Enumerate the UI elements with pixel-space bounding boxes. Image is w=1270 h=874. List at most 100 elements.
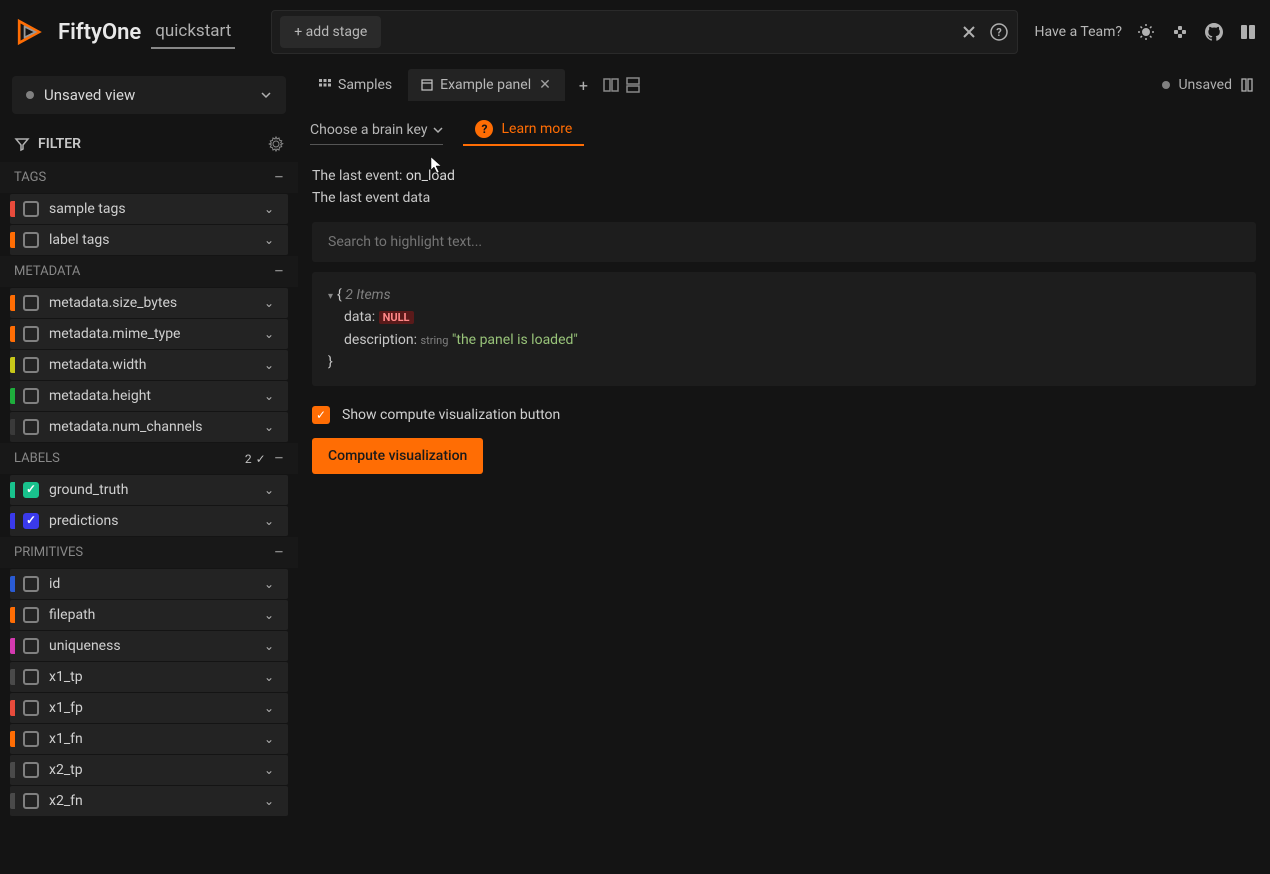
dataset-name[interactable]: quickstart (151, 15, 235, 49)
chevron-down-icon (433, 125, 443, 135)
tab-samples-label: Samples (338, 77, 392, 93)
filter-item[interactable]: predictions⌄ (10, 506, 288, 536)
stage-bar: + add stage ? (271, 10, 1018, 54)
filter-item[interactable]: metadata.width⌄ (10, 350, 288, 380)
chevron-down-icon[interactable]: ⌄ (260, 577, 278, 591)
chevron-down-icon[interactable]: ⌄ (260, 420, 278, 434)
filter-item-label: metadata.mime_type (49, 326, 260, 342)
chevron-down-icon[interactable]: ⌄ (260, 732, 278, 746)
slack-icon[interactable] (1170, 22, 1190, 42)
split-vertical-icon[interactable] (624, 76, 642, 94)
json-collapse-icon[interactable]: ▾ (328, 289, 333, 305)
filter-checkbox[interactable] (23, 388, 39, 404)
filter-item[interactable]: metadata.num_channels⌄ (10, 412, 288, 442)
chevron-down-icon[interactable]: ⌄ (260, 327, 278, 341)
add-stage-button[interactable]: + add stage (280, 16, 381, 48)
filter-checkbox[interactable] (23, 357, 39, 373)
filter-item[interactable]: id⌄ (10, 569, 288, 599)
filter-checkbox[interactable] (23, 513, 39, 529)
filter-checkbox[interactable] (23, 793, 39, 809)
theme-icon[interactable] (1136, 22, 1156, 42)
brain-key-dropdown[interactable]: Choose a brain key (310, 116, 443, 145)
chevron-down-icon[interactable]: ⌄ (260, 233, 278, 247)
chevron-down-icon[interactable]: ⌄ (260, 670, 278, 684)
filter-checkbox[interactable] (23, 419, 39, 435)
chevron-down-icon[interactable]: ⌄ (260, 514, 278, 528)
filter-item[interactable]: x1_fp⌄ (10, 693, 288, 723)
filter-item[interactable]: metadata.size_bytes⌄ (10, 288, 288, 318)
filter-item[interactable]: filepath⌄ (10, 600, 288, 630)
help-icon[interactable]: ? (989, 22, 1009, 42)
filter-item[interactable]: label tags⌄ (10, 225, 288, 255)
filter-item[interactable]: x2_tp⌄ (10, 755, 288, 785)
chevron-down-icon[interactable]: ⌄ (260, 763, 278, 777)
chevron-down-icon (260, 89, 272, 101)
filter-checkbox[interactable] (23, 201, 39, 217)
show-viz-checkbox[interactable]: ✓ (312, 406, 330, 424)
filter-item[interactable]: metadata.height⌄ (10, 381, 288, 411)
filter-checkbox[interactable] (23, 576, 39, 592)
filter-list[interactable]: TAGS−sample tags⌄label tags⌄METADATA−met… (0, 162, 298, 874)
chevron-down-icon[interactable]: ⌄ (260, 794, 278, 808)
bookmark-icon[interactable] (1240, 78, 1254, 92)
chevron-down-icon[interactable]: ⌄ (260, 483, 278, 497)
filter-header: FILTER (0, 126, 298, 162)
filter-item[interactable]: metadata.mime_type⌄ (10, 319, 288, 349)
tab-close-icon[interactable]: ✕ (537, 77, 553, 93)
team-prompt[interactable]: Have a Team? (1034, 24, 1122, 40)
github-icon[interactable] (1204, 22, 1224, 42)
show-viz-row: ✓ Show compute visualization button (312, 406, 1256, 424)
filter-item-label: metadata.width (49, 357, 260, 373)
add-tab-button[interactable]: + (569, 70, 598, 101)
compute-visualization-button[interactable]: Compute visualization (312, 438, 483, 474)
filter-checkbox[interactable] (23, 762, 39, 778)
filter-checkbox[interactable] (23, 607, 39, 623)
tab-samples[interactable]: Samples (306, 69, 404, 101)
filter-title: FILTER (38, 136, 260, 152)
gear-icon[interactable] (268, 136, 284, 152)
filter-checkbox[interactable] (23, 669, 39, 685)
chevron-down-icon[interactable]: ⌄ (260, 296, 278, 310)
filter-item[interactable]: ground_truth⌄ (10, 475, 288, 505)
tab-example-panel[interactable]: Example panel ✕ (408, 69, 565, 101)
filter-item[interactable]: x1_tp⌄ (10, 662, 288, 692)
filter-item-label: label tags (49, 232, 260, 248)
chevron-down-icon[interactable]: ⌄ (260, 701, 278, 715)
filter-checkbox[interactable] (23, 731, 39, 747)
filter-item-label: metadata.height (49, 388, 260, 404)
group-header-tags[interactable]: TAGS− (0, 162, 298, 193)
filter-checkbox[interactable] (23, 295, 39, 311)
filter-item[interactable]: x1_fn⌄ (10, 724, 288, 754)
split-horizontal-icon[interactable] (602, 76, 620, 94)
logo-block: FiftyOne quickstart (12, 14, 235, 50)
filter-item-label: x1_fp (49, 700, 260, 716)
show-viz-label: Show compute visualization button (342, 407, 560, 423)
filter-item-label: uniqueness (49, 638, 260, 654)
chevron-down-icon[interactable]: ⌄ (260, 608, 278, 622)
unsaved-badge[interactable]: Unsaved (1162, 77, 1254, 93)
search-highlight-input[interactable] (312, 222, 1256, 262)
learn-more-link[interactable]: ? Learn more (463, 114, 584, 146)
json-viewer[interactable]: ▾{ 2 Items data: NULL description: strin… (312, 272, 1256, 386)
filter-checkbox[interactable] (23, 232, 39, 248)
grid-icon (318, 78, 332, 92)
chevron-down-icon[interactable]: ⌄ (260, 639, 278, 653)
filter-item[interactable]: uniqueness⌄ (10, 631, 288, 661)
chevron-down-icon[interactable]: ⌄ (260, 389, 278, 403)
group-header-primitives[interactable]: PRIMITIVES− (0, 537, 298, 568)
filter-checkbox[interactable] (23, 700, 39, 716)
filter-checkbox[interactable] (23, 482, 39, 498)
docs-icon[interactable] (1238, 22, 1258, 42)
filter-item[interactable]: sample tags⌄ (10, 194, 288, 224)
view-selector[interactable]: Unsaved view (12, 76, 286, 114)
tabs-row: Samples Example panel ✕ + Unsaved (298, 64, 1270, 106)
chevron-down-icon[interactable]: ⌄ (260, 358, 278, 372)
close-icon[interactable] (959, 22, 979, 42)
json-string-value: "the panel is loaded" (452, 332, 578, 348)
group-header-labels[interactable]: LABELS2✓− (0, 443, 298, 474)
filter-item[interactable]: x2_fn⌄ (10, 786, 288, 816)
group-header-metadata[interactable]: METADATA− (0, 256, 298, 287)
chevron-down-icon[interactable]: ⌄ (260, 202, 278, 216)
filter-checkbox[interactable] (23, 638, 39, 654)
filter-checkbox[interactable] (23, 326, 39, 342)
